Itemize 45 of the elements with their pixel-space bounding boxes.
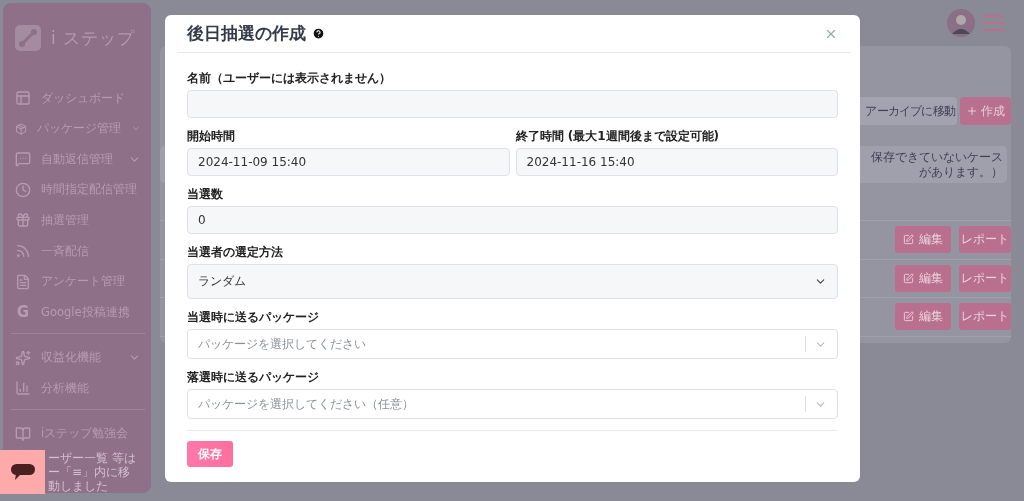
input-field[interactable]: 0 [187,206,838,234]
field-label: 当選数 [187,187,224,202]
field-label: 当選時に送るパッケージ [187,310,320,325]
speech-bubble-icon [10,462,35,482]
field-label: 落選時に送るパッケージ [187,370,320,385]
report-button[interactable]: レポート [959,264,1011,292]
edit-icon [903,272,914,284]
plus-icon [966,105,978,117]
document-icon [15,273,31,290]
gift-icon [15,212,31,229]
book-icon [15,425,31,442]
clock-icon [15,181,31,198]
field-label: 終了時間 (最大1週間後まで設定可能) [515,129,720,144]
sparkles-icon [15,349,31,366]
select-field[interactable]: ランダム [187,264,838,299]
edit-icon [903,311,914,323]
field-label: 当選者の選定方法 [187,245,284,260]
report-button[interactable]: レポート [959,303,1011,331]
field-label: 名前（ユーザーには表示されません） [187,71,392,86]
input-field[interactable]: 2024-11-09 15:40 [187,148,510,176]
rss-icon [15,243,31,259]
avatar[interactable] [947,9,975,37]
create-button[interactable]: 作成 [960,97,1011,125]
field-label: 開始時間 [187,129,236,144]
box-icon [15,120,28,137]
save-button[interactable]: 保存 [187,441,233,467]
input-field[interactable] [187,90,838,118]
chat-icon [15,151,31,168]
sidebar-note: ー「≡」内に移動しました [48,464,132,493]
dialog-title: 後日抽選の作成 [187,22,306,45]
select-field[interactable]: パッケージを選択してください [187,329,838,359]
edit-button[interactable]: 編集 [895,226,951,254]
select-field[interactable]: パッケージを選択してください（任意） [187,389,838,419]
logo-icon [15,25,41,51]
edit-button[interactable]: 編集 [895,264,951,292]
notice-text: 保存できていないケースがあります。） [870,149,1003,180]
layout-icon [15,90,31,107]
chat-button[interactable] [0,450,45,494]
report-button[interactable]: レポート [959,226,1011,254]
help-icon[interactable] [312,27,325,40]
edit-icon [903,234,914,246]
input-field[interactable]: 2024-11-16 15:40 [515,148,838,176]
sidebar-note: ーザー一覧 等は [48,450,137,465]
bar-chart-icon [15,380,31,397]
edit-button[interactable]: 編集 [895,303,951,331]
